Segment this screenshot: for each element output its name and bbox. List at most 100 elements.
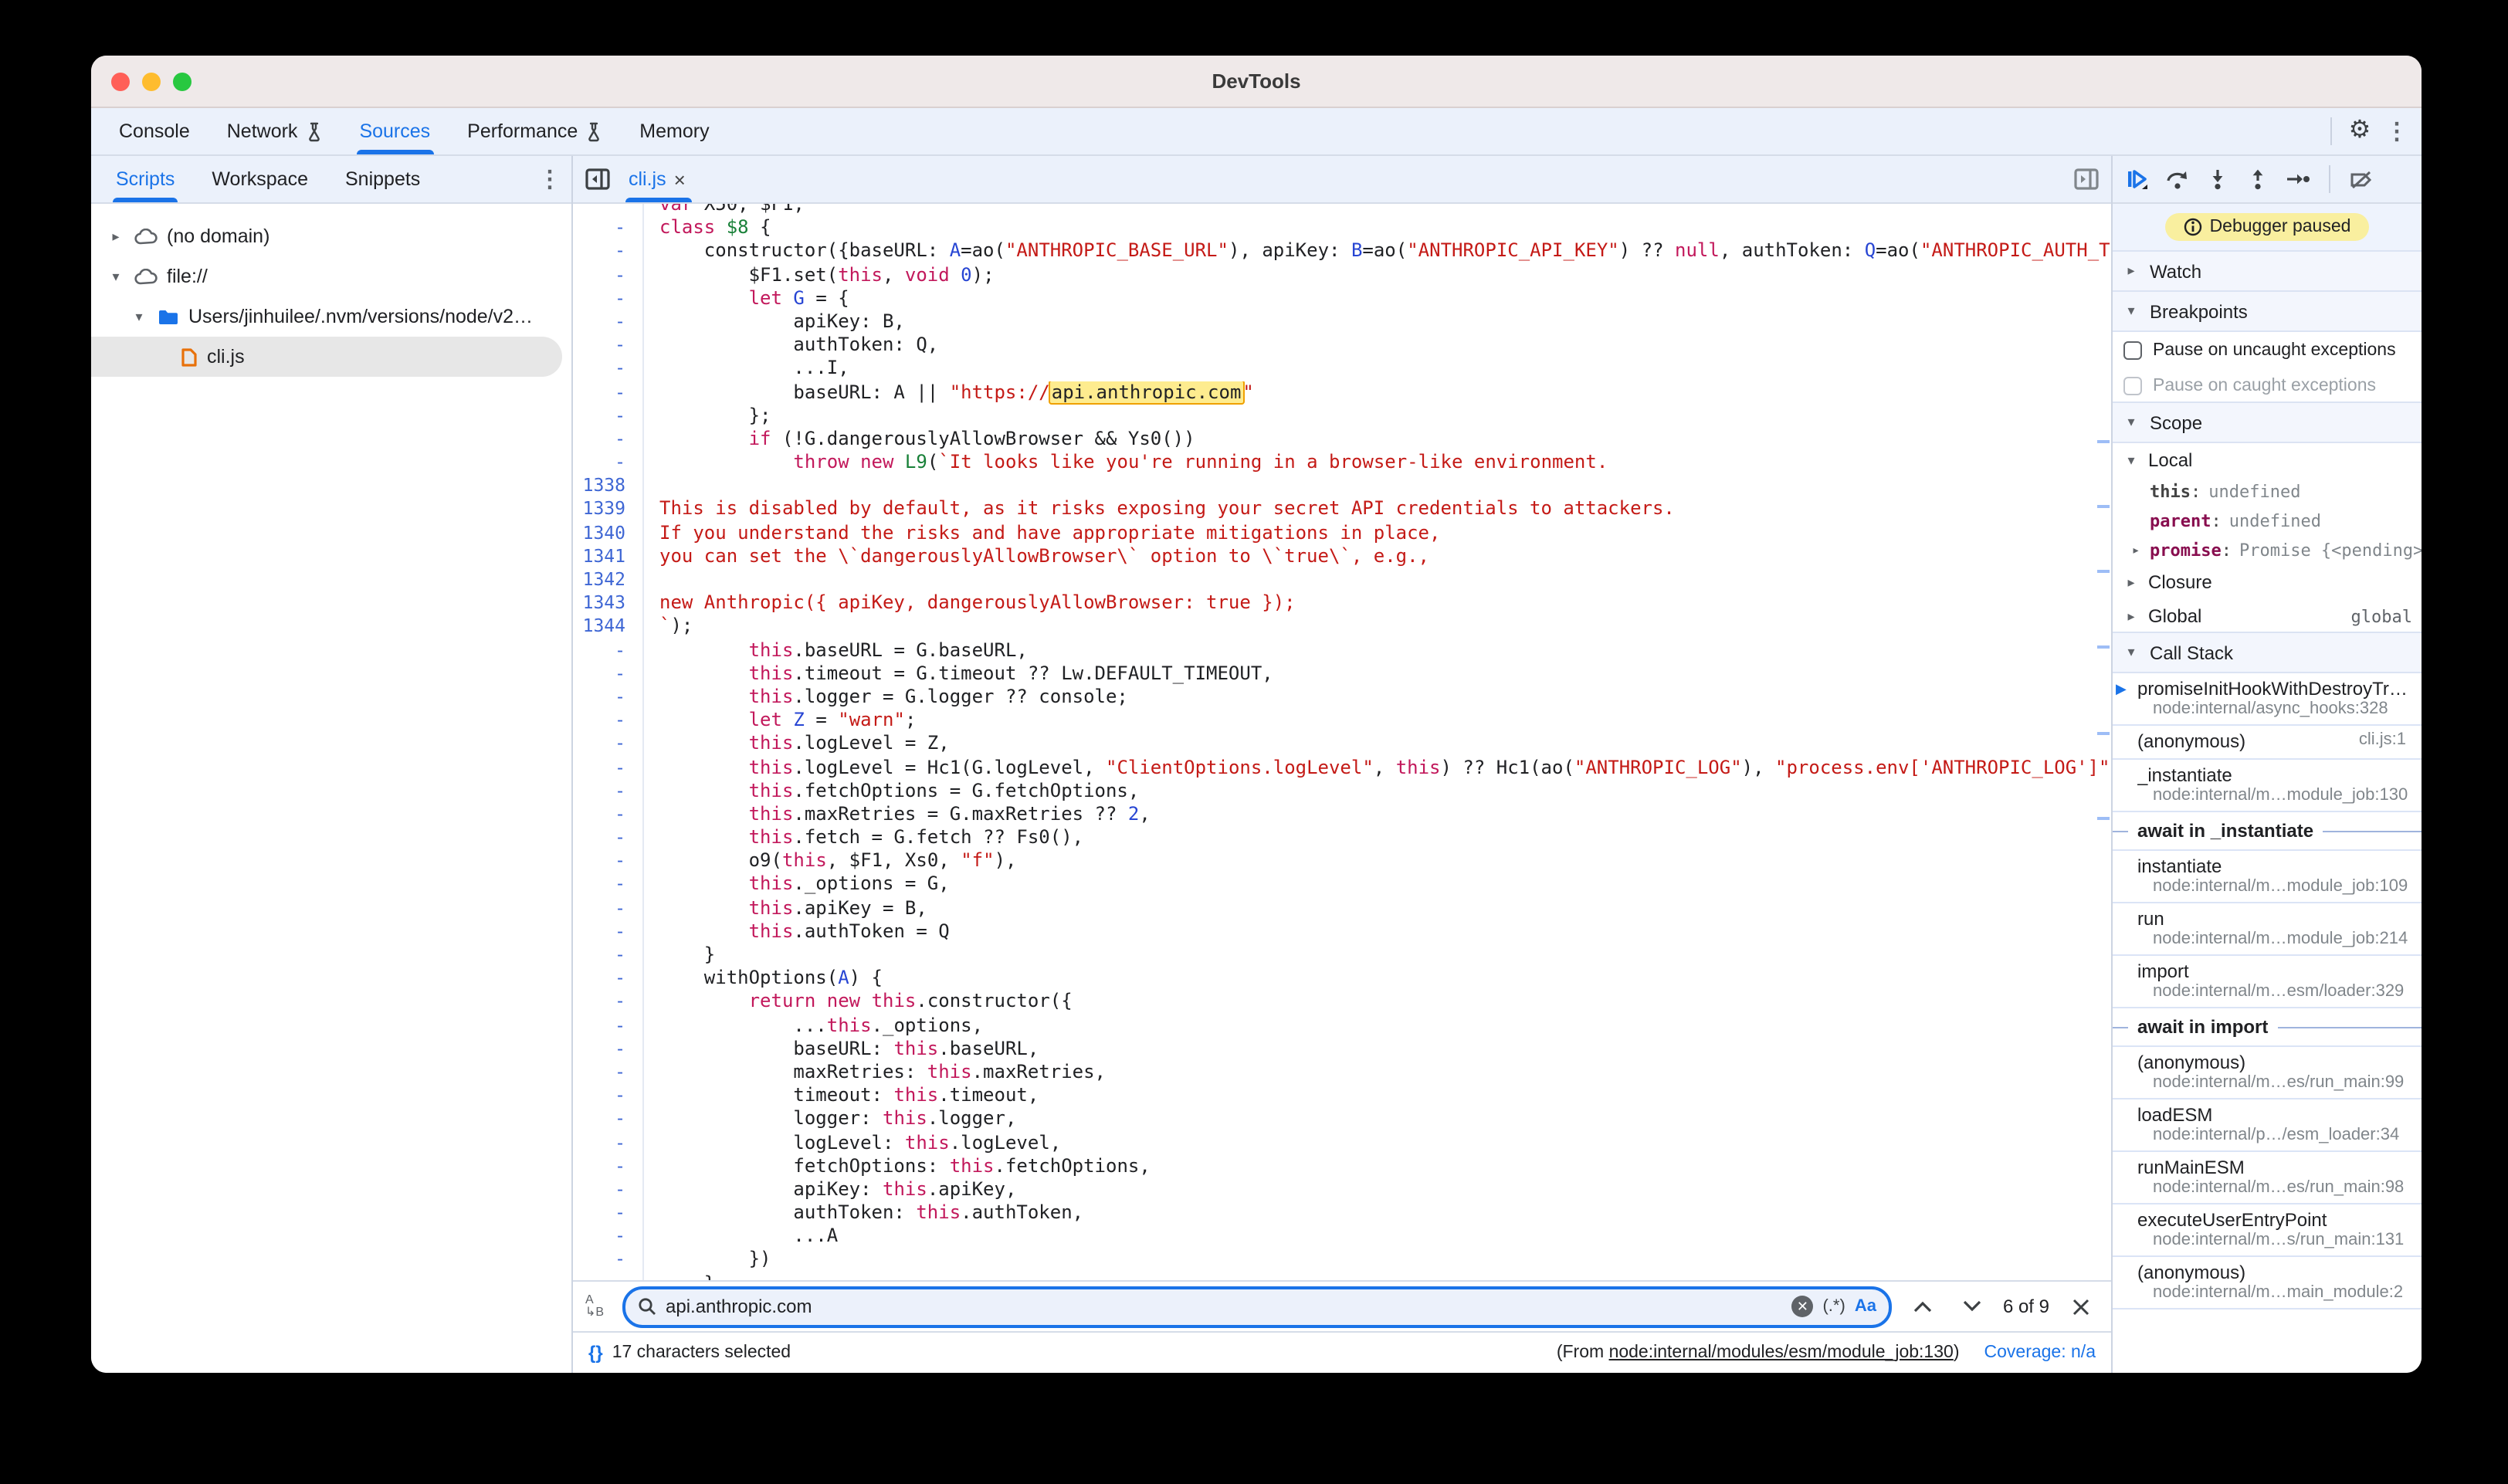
line-gutter[interactable] (573, 204, 644, 216)
scope-group-closure[interactable]: ▸Closure (2113, 565, 2422, 599)
line-gutter[interactable]: - (573, 686, 644, 709)
line-gutter[interactable]: - (573, 944, 644, 967)
line-gutter[interactable]: - (573, 1131, 644, 1154)
line-gutter[interactable]: - (573, 240, 644, 263)
line-gutter[interactable]: - (573, 709, 644, 732)
line-gutter[interactable]: - (573, 1178, 644, 1201)
scope-group-local[interactable]: ▾Local (2113, 443, 2422, 477)
chevron-down-icon[interactable]: ▾ (107, 268, 125, 285)
regex-toggle[interactable]: (.*) (1822, 1297, 1845, 1316)
line-gutter[interactable]: - (573, 216, 644, 239)
call-stack-frame[interactable]: (anonymous)node:internal/m…main_module:2 (2113, 1257, 2422, 1310)
chevron-down-icon[interactable]: ▾ (2122, 452, 2140, 469)
call-stack-frame[interactable]: executeUserEntryPointnode:internal/m…s/r… (2113, 1204, 2422, 1257)
tab-performance[interactable]: Performance (449, 108, 621, 154)
more-options-icon[interactable]: ⋮ (2378, 113, 2415, 150)
call-stack-frame[interactable]: ▶promiseInitHookWithDestroyTr…node:inter… (2113, 673, 2422, 726)
chevron-right-icon[interactable]: ▸ (107, 228, 125, 245)
line-gutter[interactable]: 1344 (573, 615, 644, 639)
line-gutter[interactable]: - (573, 1038, 644, 1061)
line-gutter[interactable]: - (573, 826, 644, 849)
tree-item-file-[interactable]: ▾file:// (91, 256, 571, 296)
scope-variable[interactable]: this:undefined (2113, 477, 2422, 507)
line-gutter[interactable]: - (573, 920, 644, 944)
search-input[interactable]: api.anthropic.com ✕ (.*) Aa (622, 1286, 1892, 1327)
pretty-print-icon[interactable]: {} (588, 1342, 603, 1364)
line-gutter[interactable]: - (573, 451, 644, 474)
step-icon[interactable] (2279, 161, 2317, 198)
navigator-more-options-icon[interactable]: ⋮ (531, 161, 568, 198)
toggle-navigator-icon[interactable] (579, 161, 616, 198)
tab-network[interactable]: Network (208, 108, 341, 154)
call-stack-frame[interactable]: (anonymous)cli.js:1 (2113, 726, 2422, 760)
nav-tab-scripts[interactable]: Scripts (97, 156, 193, 202)
step-out-icon[interactable] (2239, 161, 2276, 198)
nav-tab-snippets[interactable]: Snippets (327, 156, 439, 202)
call-stack-frame[interactable]: runMainESMnode:internal/m…es/run_main:98 (2113, 1152, 2422, 1204)
close-search-icon[interactable] (2062, 1288, 2099, 1325)
chevron-right-icon[interactable]: ▸ (2122, 574, 2140, 591)
call-stack-frame[interactable]: _instantiatenode:internal/m…module_job:1… (2113, 760, 2422, 812)
line-gutter[interactable]: - (573, 334, 644, 357)
line-gutter[interactable]: - (573, 428, 644, 451)
line-gutter[interactable]: - (573, 967, 644, 990)
call-stack-frame[interactable]: (anonymous)node:internal/m…es/run_main:9… (2113, 1047, 2422, 1099)
breakpoints-section-header[interactable]: ▾Breakpoints (2113, 290, 2422, 332)
step-over-icon[interactable] (2159, 161, 2196, 198)
line-gutter[interactable]: - (573, 779, 644, 802)
line-gutter[interactable]: - (573, 357, 644, 381)
line-gutter[interactable]: - (573, 756, 644, 779)
line-gutter[interactable]: - (573, 1154, 644, 1177)
line-gutter[interactable]: - (573, 287, 644, 310)
chevron-down-icon[interactable]: ▾ (130, 308, 148, 325)
resume-script-icon[interactable] (2119, 161, 2156, 198)
scope-group-global[interactable]: ▸Globalglobal (2113, 599, 2422, 633)
line-gutter[interactable]: - (573, 896, 644, 920)
line-gutter[interactable]: - (573, 381, 644, 404)
close-tab-icon[interactable]: × (674, 168, 686, 191)
tree-item-cli-js[interactable]: cli.js (91, 337, 562, 377)
tab-console[interactable]: Console (100, 108, 208, 154)
nav-tab-workspace[interactable]: Workspace (193, 156, 327, 202)
line-gutter[interactable]: - (573, 1201, 644, 1225)
chevron-right-icon[interactable]: ▸ (2128, 543, 2150, 558)
line-gutter[interactable]: 1340 (573, 521, 644, 544)
code-editor[interactable]: var X50, $F1;-class $8 {- constructor({b… (573, 204, 2111, 1280)
step-into-icon[interactable] (2199, 161, 2236, 198)
scope-variable[interactable]: parent:undefined (2113, 507, 2422, 536)
scope-variable[interactable]: ▸promise:Promise {<pending>} (2113, 536, 2422, 565)
tree-item-users-jinhuilee-nvm-versions-node-v2-[interactable]: ▾Users/jinhuilee/.nvm/versions/node/v2… (91, 296, 571, 337)
line-gutter[interactable]: - (573, 1225, 644, 1249)
line-gutter[interactable]: - (573, 263, 644, 286)
line-gutter[interactable]: - (573, 639, 644, 662)
deactivate-breakpoints-icon[interactable] (2343, 161, 2380, 198)
line-gutter[interactable]: 1342 (573, 568, 644, 591)
call-stack-frame[interactable]: instantiatenode:internal/m…module_job:10… (2113, 851, 2422, 903)
line-gutter[interactable]: - (573, 310, 644, 334)
close-window-button[interactable] (111, 72, 130, 90)
line-gutter[interactable]: - (573, 1084, 644, 1107)
tab-memory[interactable]: Memory (621, 108, 727, 154)
checkbox[interactable] (2123, 376, 2142, 395)
scope-section-header[interactable]: ▾Scope (2113, 401, 2422, 443)
breakpoint-option[interactable]: Pause on caught exceptions (2113, 368, 2422, 403)
toggle-debugger-sidebar-icon[interactable] (2068, 161, 2105, 198)
watch-section-header[interactable]: ▸Watch (2113, 250, 2422, 292)
call-stack-frame[interactable]: loadESMnode:internal/p…/esm_loader:34 (2113, 1099, 2422, 1152)
clear-search-icon[interactable]: ✕ (1791, 1296, 1813, 1317)
line-gutter[interactable]: - (573, 803, 644, 826)
settings-gear-icon[interactable]: ⚙ (2341, 113, 2378, 150)
editor-tab-clijs[interactable]: cli.js × (616, 156, 698, 202)
tab-sources[interactable]: Sources (341, 108, 449, 154)
zoom-window-button[interactable] (173, 72, 191, 90)
line-gutter[interactable]: - (573, 662, 644, 686)
chevron-right-icon[interactable]: ▸ (2122, 608, 2140, 625)
line-gutter[interactable]: - (573, 1108, 644, 1131)
minimize-window-button[interactable] (142, 72, 161, 90)
call-stack-frame[interactable]: runnode:internal/m…module_job:214 (2113, 903, 2422, 956)
call-stack-frame[interactable]: importnode:internal/m…esm/loader:329 (2113, 956, 2422, 1008)
line-gutter[interactable]: 1341 (573, 545, 644, 568)
coverage-link[interactable]: Coverage: n/a (1984, 1343, 2096, 1362)
next-match-icon[interactable] (1954, 1288, 1991, 1325)
call-stack-section-header[interactable]: ▾Call Stack (2113, 632, 2422, 673)
